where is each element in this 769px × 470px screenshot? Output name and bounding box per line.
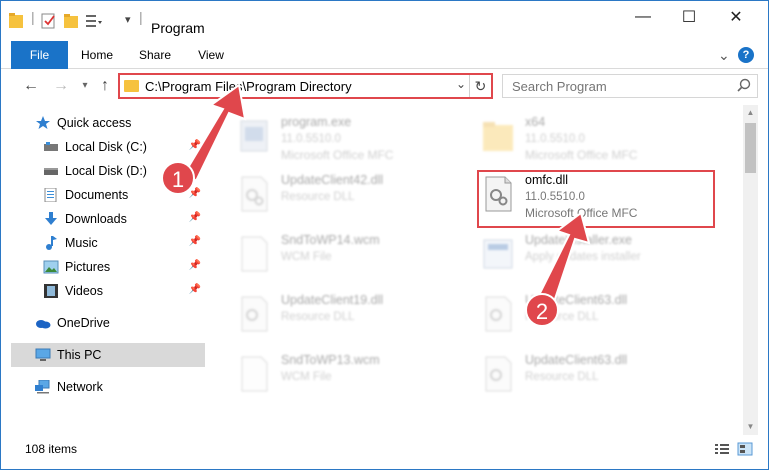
arrow-to-omfc-dll — [537, 211, 591, 307]
annotation-arrows — [184, 83, 591, 307]
callout-step-2: 2 — [525, 293, 559, 327]
explorer-window: | ▾ | Program — ☐ ✕ File Home Share View… — [0, 0, 769, 470]
arrow-to-address-bar — [184, 83, 247, 183]
callout-step-1: 1 — [161, 161, 195, 195]
